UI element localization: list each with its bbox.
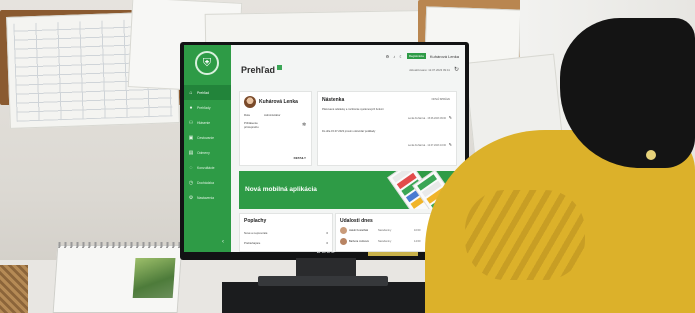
monitor-base — [258, 276, 388, 286]
moon-icon[interactable]: ☾ — [399, 54, 403, 59]
briefcase-icon: ▣ — [188, 134, 194, 141]
role-label: Rola — [244, 113, 250, 117]
alarm-count: 0 — [326, 241, 328, 245]
sidebar-item-odmeny[interactable]: ▤ Odmeny — [184, 145, 231, 160]
edit-icon[interactable]: ✎ — [449, 142, 452, 147]
title-badge — [276, 65, 282, 70]
event-time: 14:00 — [414, 240, 421, 243]
avatar — [340, 238, 347, 245]
sidebar-item-label: Cestovanie — [197, 135, 214, 140]
people-icon: ⚇ — [188, 119, 194, 126]
profile-card: Kuhárová Lenka Rola Administrátor Prihlá… — [239, 91, 312, 166]
sidebar-item-label: Nastavenia — [197, 195, 214, 200]
sidebar-item-dochadzka[interactable]: ◷ Dochádzka — [184, 175, 231, 190]
sidebar-item-label: Prehľady — [197, 105, 211, 110]
board-post-meta: Lenka Kuhárová · 12.07.2023 10:00 — [407, 144, 446, 147]
sidebar-item-label: Odmeny — [197, 150, 210, 155]
events-title: Udalosti dnes — [340, 218, 373, 224]
bell-icon[interactable]: ♪ — [393, 54, 395, 59]
board-post-meta: Lenka Kuhárová · 15.06.2023 09:00 — [407, 117, 446, 120]
avatar — [244, 96, 256, 108]
wicker-basket — [0, 265, 28, 313]
settings-icon[interactable]: ✲ — [302, 122, 306, 128]
alarms-title: Poplachy — [244, 218, 267, 224]
desk-calendar — [52, 242, 183, 313]
event-name[interactable]: Jakub Kostelňák — [349, 229, 368, 232]
alarm-count: 0 — [326, 231, 328, 235]
role-value: Administrátor — [264, 113, 281, 117]
sidebar-item-label: Prehľad — [197, 90, 209, 95]
monitor-stand — [296, 258, 356, 278]
calendar-spiral — [58, 242, 182, 248]
board-title: Nástenka — [322, 97, 345, 103]
gear-icon: ⚙ — [188, 194, 194, 201]
event-type: Narodeniny — [378, 229, 392, 232]
board-post[interactable]: Plánované odstávky a rozšírenie systémov… — [322, 108, 383, 111]
sidebar-item-konzultacie[interactable]: ◌ Konzultácie — [184, 160, 231, 175]
home-icon: ⌂ — [189, 89, 193, 96]
sidebar: ⛨ ⌂ Prehľad ● Prehľady ⚇ Hlásenie ▣ Cest… — [184, 45, 231, 252]
shield-person-icon[interactable]: ⛨ — [195, 51, 219, 75]
clock-icon: ◷ — [188, 179, 194, 186]
alarm-row[interactable]: Nové a neprevzaté — [244, 231, 267, 235]
user-menu[interactable]: Kuhárová Lenka — [430, 54, 459, 59]
sidebar-item-hlasenie[interactable]: ⚇ Hlásenie — [184, 115, 231, 130]
alarm-row[interactable]: Prebiehajúce — [244, 241, 260, 245]
gear-icon[interactable]: ⚙ — [386, 54, 390, 59]
sidebar-item-label: Konzultácie — [197, 165, 215, 170]
notice-board: Nástenka NOVÁ SPRÁVA Plánované odstávky … — [317, 91, 457, 166]
sidebar-nav: ⌂ Prehľad ● Prehľady ⚇ Hlásenie ▣ Cestov… — [184, 85, 231, 205]
detail-link[interactable]: DETAILY — [294, 156, 306, 160]
earring — [646, 150, 656, 160]
chevron-left-icon[interactable]: ‹ — [222, 239, 224, 245]
refresh-icon[interactable]: ↻ — [454, 66, 459, 73]
top-actions: ⚙ ♪ ☾ Registrácia Kuhárová Lenka — [386, 53, 459, 59]
sidebar-item-label: Hlásenie — [197, 120, 211, 125]
sidebar-item-label: Dochádzka — [197, 180, 214, 185]
promo-banner[interactable]: Nová mobilná aplikácia — [239, 171, 457, 209]
banner-text: Nová mobilná aplikácia — [245, 186, 317, 193]
person-icon: ● — [189, 104, 193, 111]
page-title: Prehľad — [241, 65, 282, 75]
pc-tower — [222, 282, 447, 313]
event-type: Narodeniny — [378, 240, 392, 243]
event-name[interactable]: Barbora Juríková — [349, 240, 369, 243]
sidebar-item-cestovanie[interactable]: ▣ Cestovanie — [184, 130, 231, 145]
edit-icon[interactable]: ✎ — [449, 115, 452, 120]
chat-icon: ◌ — [189, 164, 193, 171]
profile-name: Kuhárová Lenka — [259, 99, 298, 105]
sidebar-item-prehlady[interactable]: ● Prehľady — [184, 100, 231, 115]
topbar: Prehľad ⚙ ♪ ☾ Registrácia Kuhárová Lenka… — [231, 45, 465, 77]
registration-button[interactable]: Registrácia — [406, 53, 426, 59]
sidebar-item-prehlad[interactable]: ⌂ Prehľad — [184, 85, 231, 100]
event-time: 10:00 — [414, 229, 421, 232]
sidebar-item-nastavenia[interactable]: ⚙ Nastavenia — [184, 190, 231, 205]
office-photo: DELL ⛨ ⌂ Prehľad ● Prehľady ⚇ Hlásenie ▣… — [0, 0, 695, 313]
board-post[interactable]: Do dňa 15.07.2023 prosím odovzdať podkla… — [322, 130, 375, 133]
avatar — [340, 227, 347, 234]
new-message-link[interactable]: NOVÁ SPRÁVA — [432, 98, 450, 101]
alarms-card: Poplachy Nové a neprevzaté 0 Prebiehajúc… — [239, 213, 333, 252]
document-icon: ▤ — [188, 149, 194, 156]
perms-label-2: prístupného — [244, 125, 259, 129]
screen: ⛨ ⌂ Prehľad ● Prehľady ⚇ Hlásenie ▣ Cest… — [184, 45, 465, 252]
last-updated: Aktualizované: 12.07.2023 09:41 — [409, 68, 450, 72]
calendar-photo — [132, 258, 176, 298]
